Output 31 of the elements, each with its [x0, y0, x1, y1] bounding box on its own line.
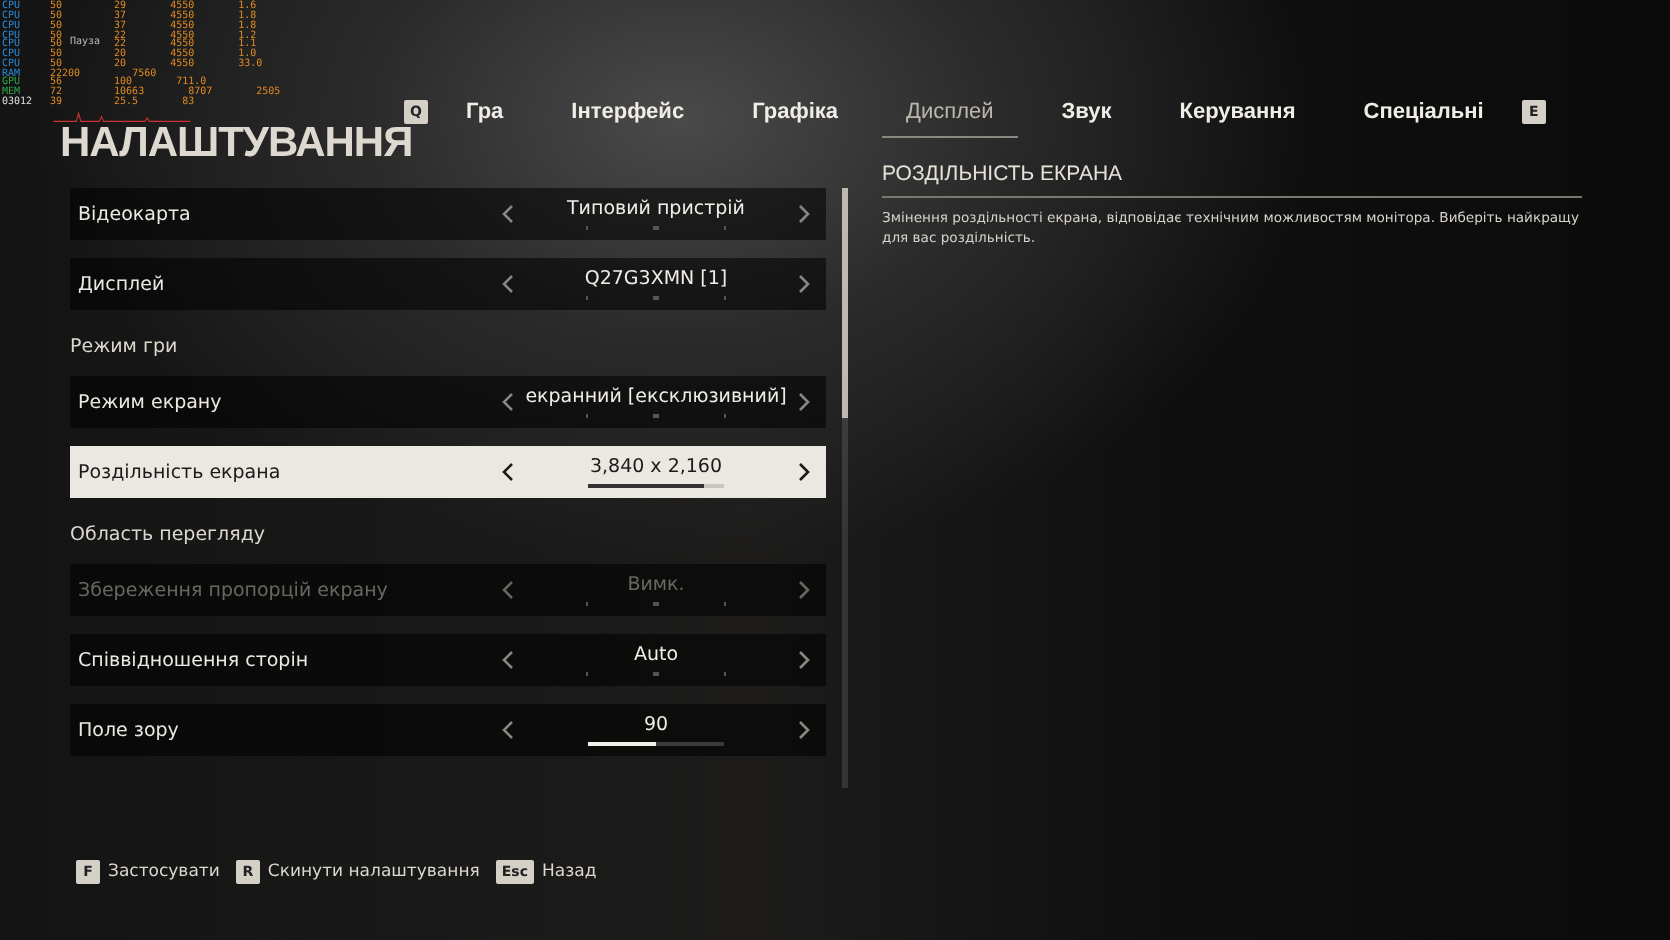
setting-label: Режим екрану	[78, 391, 222, 413]
setting-label: Співвідношення сторін	[78, 649, 309, 671]
setting-value: екранний [ексклюзивний]	[525, 386, 787, 408]
tab[interactable]: Спеціальні	[1339, 87, 1508, 137]
footer-action[interactable]: Скинути налаштування	[267, 862, 488, 882]
setting-label: Роздільність екрана	[78, 461, 281, 483]
footer-action[interactable]: Застосувати	[108, 862, 228, 882]
description-title: РОЗДІЛЬНІСТЬ ЕКРАНА	[882, 162, 1582, 198]
tab[interactable]: Звук	[1037, 87, 1136, 137]
setting-value: Типовий пристрій	[567, 198, 745, 220]
tab[interactable]: Інтерфейс	[547, 87, 709, 137]
tab[interactable]: Керування	[1155, 87, 1320, 137]
setting-value: Q27G3XMN [1]	[584, 268, 728, 290]
setting-value: Auto	[633, 644, 679, 666]
setting-row[interactable]: Роздільність екрана 3,840 x 2,160	[70, 446, 826, 498]
setting-value: 3,840 x 2,160	[589, 456, 723, 478]
tab[interactable]: Дисплей	[882, 87, 1018, 137]
tab[interactable]: Гра	[442, 87, 528, 137]
setting-label: Дисплей	[78, 273, 165, 295]
chevron-left-icon[interactable]	[502, 462, 514, 482]
setting-label: Відеокарта	[78, 203, 191, 225]
scrollbar[interactable]	[842, 188, 848, 788]
setting-label: Збереження пропорцій екрану	[78, 579, 388, 601]
section-heading: Область перегляду	[70, 522, 268, 546]
setting-value: 90	[643, 714, 669, 736]
setting-label: Поле зору	[78, 719, 179, 741]
setting-value: Вимк.	[627, 574, 685, 596]
chevron-right-icon[interactable]	[798, 462, 810, 482]
footer-action[interactable]: Назад	[541, 862, 605, 882]
tab[interactable]: Графіка	[728, 87, 863, 137]
section-heading: Режим гри	[70, 334, 180, 358]
